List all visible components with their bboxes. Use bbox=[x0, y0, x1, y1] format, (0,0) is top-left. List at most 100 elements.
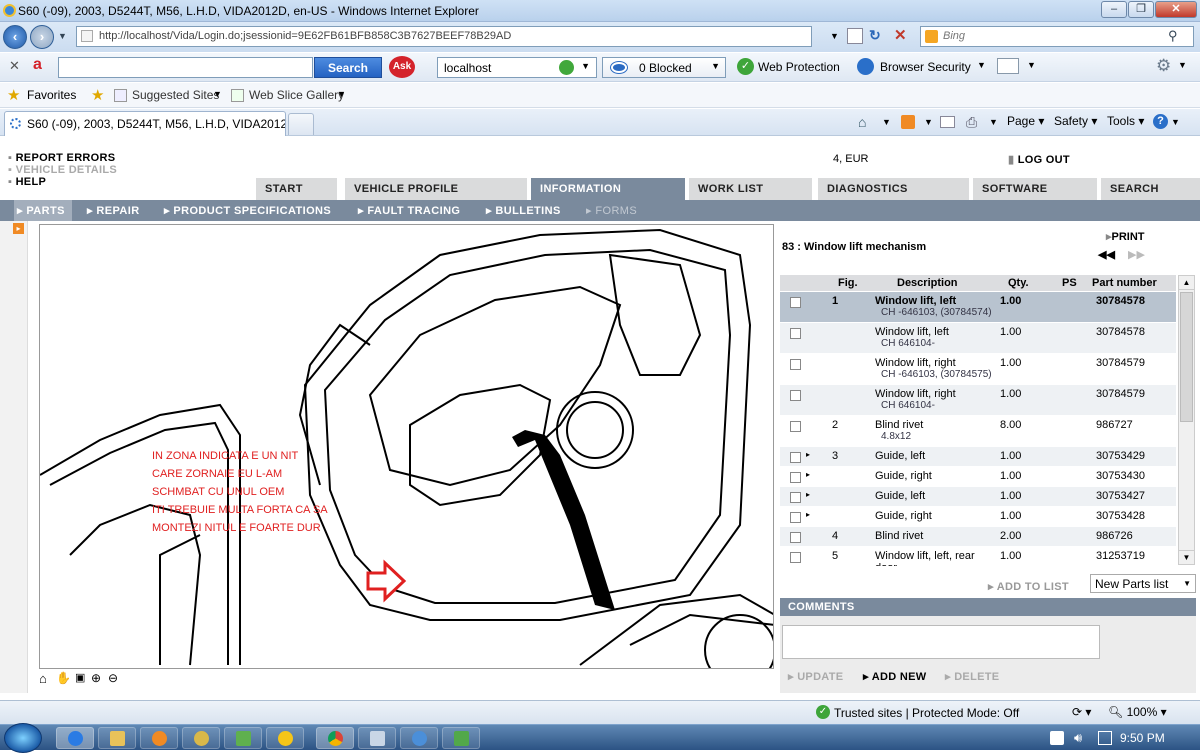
tab-work-list[interactable]: WORK LIST bbox=[688, 178, 812, 200]
refresh-icon[interactable]: ↻ bbox=[869, 27, 881, 44]
tab-information[interactable]: INFORMATION bbox=[530, 178, 685, 200]
taskbar-explorer-icon[interactable] bbox=[98, 727, 136, 749]
gear-icon[interactable]: ⚙ bbox=[1156, 56, 1171, 76]
tray-network-icon[interactable] bbox=[1098, 731, 1112, 745]
parts-diagram[interactable]: IN ZONA INDICATA E UN NIT CARE ZORNAIE E… bbox=[39, 224, 774, 669]
favorites-button[interactable]: Favorites bbox=[27, 88, 76, 102]
home-icon[interactable]: ⌂ bbox=[858, 114, 866, 130]
gear-dropdown-icon[interactable]: ▼ bbox=[1178, 60, 1187, 70]
subtab-forms[interactable]: ▸ FORMS bbox=[586, 204, 637, 217]
row-checkbox[interactable] bbox=[790, 390, 801, 401]
report-errors-link[interactable]: ▪ REPORT ERRORS bbox=[8, 152, 115, 164]
scroll-up-icon[interactable]: ▲ bbox=[1179, 276, 1194, 290]
tab-search[interactable]: SEARCH bbox=[1100, 178, 1200, 200]
add-new-button[interactable]: ▸ ADD NEW bbox=[863, 670, 926, 683]
forward-button[interactable]: › bbox=[30, 25, 54, 49]
expand-panel-icon[interactable]: ▸ bbox=[13, 223, 24, 234]
bing-search-input[interactable]: Bing bbox=[920, 26, 1194, 47]
toolbar-search-input[interactable] bbox=[58, 57, 313, 78]
taskbar-media-icon[interactable] bbox=[140, 727, 178, 749]
zoom-control[interactable]: 🔍︎ 100% ▾ bbox=[1108, 705, 1167, 719]
toolbar-search-button[interactable]: Search bbox=[314, 57, 382, 78]
next-page-icon[interactable]: ▶▶ bbox=[1128, 248, 1145, 261]
browser-tab-active[interactable]: S60 (-09), 2003, D5244T, M56, L.H.D, VID… bbox=[4, 111, 286, 136]
table-row[interactable]: ▸ 3 Guide, left 1.00 30753429 bbox=[780, 447, 1176, 467]
browser-security-button[interactable]: Browser Security bbox=[880, 60, 971, 74]
row-checkbox[interactable] bbox=[790, 359, 801, 370]
print-link[interactable]: ▸PRINT bbox=[1106, 230, 1145, 243]
taskbar-tool-icon[interactable] bbox=[182, 727, 220, 749]
compatibility-icon[interactable] bbox=[847, 28, 863, 44]
feeds-icon[interactable] bbox=[901, 115, 915, 129]
help-dropdown-icon[interactable]: ▼ bbox=[1171, 117, 1180, 127]
row-checkbox[interactable] bbox=[790, 552, 801, 563]
table-row[interactable]: Window lift, right 1.00 30784579 CH 646104- bbox=[780, 385, 1176, 416]
blocked-dropdown-icon[interactable]: ▼ bbox=[711, 61, 720, 71]
logout-link[interactable]: ▮ LOG OUT bbox=[1008, 153, 1070, 166]
web-slice-dropdown-icon[interactable]: ▼ bbox=[337, 89, 346, 99]
host-field[interactable]: localhost ▼ bbox=[437, 57, 597, 78]
expand-row-icon[interactable]: ▸ bbox=[806, 510, 810, 519]
print-icon[interactable]: ⎙ bbox=[966, 114, 977, 131]
table-row[interactable]: ▸ Guide, left 1.00 30753427 bbox=[780, 487, 1176, 507]
taskbar-ie-icon[interactable] bbox=[56, 727, 94, 749]
close-toolbar-icon[interactable]: ✕ bbox=[9, 58, 20, 74]
web-protection-button[interactable]: Web Protection bbox=[758, 60, 840, 74]
row-checkbox[interactable] bbox=[790, 452, 801, 463]
start-button[interactable] bbox=[4, 723, 42, 753]
read-mail-icon[interactable] bbox=[940, 116, 955, 128]
minimize-button[interactable]: – bbox=[1101, 1, 1127, 18]
pan-icon[interactable]: ✋ bbox=[56, 671, 71, 685]
subtab-product-specifications[interactable]: ▸ PRODUCT SPECIFICATIONS bbox=[164, 204, 331, 217]
subtab-bulletins[interactable]: ▸ BULLETINS bbox=[486, 204, 561, 217]
fit-icon[interactable]: ▣ bbox=[75, 671, 85, 684]
home-view-icon[interactable]: ⌂ bbox=[39, 671, 47, 686]
security-zone[interactable]: Trusted sites | Protected Mode: Off bbox=[834, 706, 1019, 720]
table-row[interactable]: Window lift, left 1.00 30784578 CH 646104- bbox=[780, 323, 1176, 354]
host-dropdown-icon[interactable]: ▼ bbox=[581, 61, 590, 71]
scroll-thumb[interactable] bbox=[1180, 292, 1193, 422]
row-checkbox[interactable] bbox=[790, 532, 801, 543]
update-button[interactable]: ▸ UPDATE bbox=[788, 670, 843, 683]
table-row[interactable]: Window lift, right 1.00 30784579 CH -646103… bbox=[780, 354, 1176, 385]
suggested-dropdown-icon[interactable]: ▼ bbox=[213, 89, 222, 99]
row-checkbox[interactable] bbox=[790, 512, 801, 523]
tray-volume-icon[interactable]: 🔊︎ bbox=[1074, 730, 1082, 746]
parts-scrollbar[interactable]: ▲ ▼ bbox=[1178, 275, 1195, 565]
zoom-out-icon[interactable]: ⊖ bbox=[108, 671, 118, 685]
parts-list-select[interactable]: New Parts list ▼ bbox=[1090, 574, 1196, 593]
tray-flag-icon[interactable] bbox=[1050, 731, 1064, 745]
add-favorite-icon[interactable]: ★ bbox=[91, 86, 104, 104]
expand-row-icon[interactable]: ▸ bbox=[806, 490, 810, 499]
home-dropdown-icon[interactable]: ▼ bbox=[882, 117, 891, 127]
url-input[interactable]: http://localhost/Vida/Login.do;jsessioni… bbox=[76, 26, 812, 47]
expand-row-icon[interactable]: ▸ bbox=[806, 470, 810, 479]
tools-menu[interactable]: Tools ▾ bbox=[1107, 114, 1144, 128]
delete-button[interactable]: ▸ DELETE bbox=[945, 670, 999, 683]
page-menu[interactable]: Page ▾ bbox=[1007, 114, 1044, 128]
protected-mode-icon[interactable]: ⟳ ▾ bbox=[1072, 705, 1091, 719]
vehicle-details-link[interactable]: ▪ VEHICLE DETAILS bbox=[8, 164, 117, 176]
web-slice-link[interactable]: Web Slice Gallery bbox=[249, 88, 344, 102]
prev-page-icon[interactable]: ◀◀ bbox=[1098, 248, 1115, 261]
suggested-sites-link[interactable]: Suggested Sites bbox=[132, 88, 219, 102]
help-icon[interactable]: ? bbox=[1153, 114, 1168, 129]
taskbar-network-icon[interactable] bbox=[358, 727, 396, 749]
taskbar-app-icon[interactable] bbox=[224, 727, 262, 749]
comments-textarea[interactable] bbox=[782, 625, 1100, 659]
url-dropdown-icon[interactable]: ▼ bbox=[830, 31, 839, 41]
tab-start[interactable]: START bbox=[255, 178, 337, 200]
add-to-list-button[interactable]: ▸ ADD TO LIST bbox=[988, 580, 1069, 593]
back-button[interactable]: ‹ bbox=[3, 25, 27, 49]
taskbar-upload-icon[interactable] bbox=[442, 727, 480, 749]
mail-icon[interactable] bbox=[997, 58, 1019, 74]
row-checkbox[interactable] bbox=[790, 328, 801, 339]
zoom-in-icon[interactable]: ⊕ bbox=[91, 671, 101, 685]
history-dropdown-icon[interactable]: ▼ bbox=[58, 31, 67, 41]
row-checkbox[interactable] bbox=[790, 472, 801, 483]
feeds-dropdown-icon[interactable]: ▼ bbox=[924, 117, 933, 127]
table-row[interactable]: 1 Window lift, left 1.00 30784578 CH -646103… bbox=[780, 292, 1176, 323]
stop-icon[interactable]: ✕ bbox=[894, 26, 907, 44]
restore-button[interactable]: ❐ bbox=[1128, 1, 1154, 18]
help-link[interactable]: ▪ HELP bbox=[8, 176, 46, 188]
